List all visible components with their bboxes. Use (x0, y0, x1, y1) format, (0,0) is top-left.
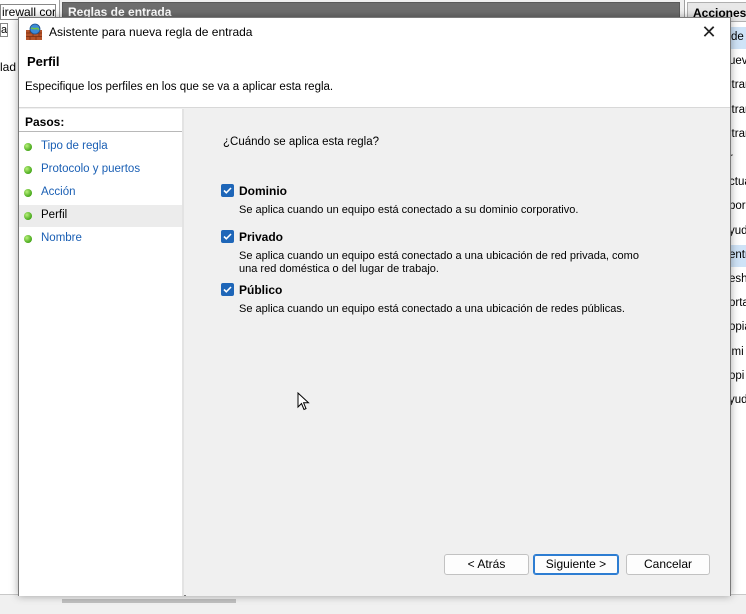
title-bar[interactable]: Asistente para nueva regla de entrada ✕ (19, 18, 730, 46)
step-label: Acción (41, 186, 76, 198)
step-status-icon (24, 212, 32, 220)
dialog-title: Asistente para nueva regla de entrada (49, 25, 253, 39)
close-icon: ✕ (701, 22, 717, 42)
publico-label[interactable]: Público (239, 283, 282, 297)
step-accion[interactable]: Acción (19, 182, 182, 204)
step-label: Protocolo y puertos (41, 163, 141, 175)
publico-description: Se aplica cuando un equipo está conectad… (239, 303, 625, 315)
step-label: Tipo de regla (41, 140, 108, 152)
step-status-icon (24, 189, 32, 197)
next-button[interactable]: Siguiente > (533, 554, 619, 575)
checkmark-icon (223, 286, 232, 293)
console-tree-item[interactable]: a (0, 23, 8, 37)
steps-divider (19, 131, 182, 132)
console-tree-item[interactable]: lad (0, 60, 16, 74)
firewall-icon (26, 23, 42, 40)
publico-checkbox[interactable] (221, 283, 234, 296)
new-inbound-rule-wizard: Asistente para nueva regla de entrada ✕ … (18, 17, 731, 596)
status-bar (0, 594, 746, 614)
privado-label[interactable]: Privado (239, 230, 283, 244)
step-label: Perfil (41, 209, 68, 221)
wizard-content: ¿Cuándo se aplica esta regla? Dominio Se… (186, 109, 730, 596)
cancel-button[interactable]: Cancelar (626, 554, 710, 575)
close-button[interactable]: ✕ (694, 20, 724, 44)
mouse-pointer-icon (297, 392, 310, 411)
checkmark-icon (223, 233, 232, 240)
step-protocolo-y-puertos[interactable]: Protocolo y puertos (19, 159, 182, 181)
step-tipo-de-regla[interactable]: Tipo de regla (19, 136, 182, 158)
step-perfil: Perfil (19, 205, 182, 227)
wizard-header: Perfil Especifique los perfiles en los q… (19, 46, 730, 108)
step-status-icon (24, 166, 32, 174)
step-status-icon (24, 235, 32, 243)
page-title: Perfil (27, 54, 60, 69)
steps-panel: Pasos: Tipo de regla Protocolo y puertos… (19, 109, 184, 596)
dominio-description: Se aplica cuando un equipo está conectad… (239, 204, 579, 216)
page-subtitle: Especifique los perfiles en los que se v… (25, 81, 334, 93)
privado-checkbox[interactable] (221, 230, 234, 243)
dominio-checkbox[interactable] (221, 184, 234, 197)
step-nombre[interactable]: Nombre (19, 228, 182, 250)
steps-title: Pasos: (25, 115, 65, 129)
dominio-label[interactable]: Dominio (239, 184, 287, 198)
step-label: Nombre (41, 232, 82, 244)
step-status-icon (24, 143, 32, 151)
question-text: ¿Cuándo se aplica esta regla? (223, 136, 379, 148)
privado-description: Se aplica cuando un equipo está conectad… (239, 250, 639, 275)
checkmark-icon (223, 187, 232, 194)
back-button[interactable]: < Atrás (444, 554, 529, 575)
horizontal-scrollbar[interactable] (62, 599, 236, 603)
